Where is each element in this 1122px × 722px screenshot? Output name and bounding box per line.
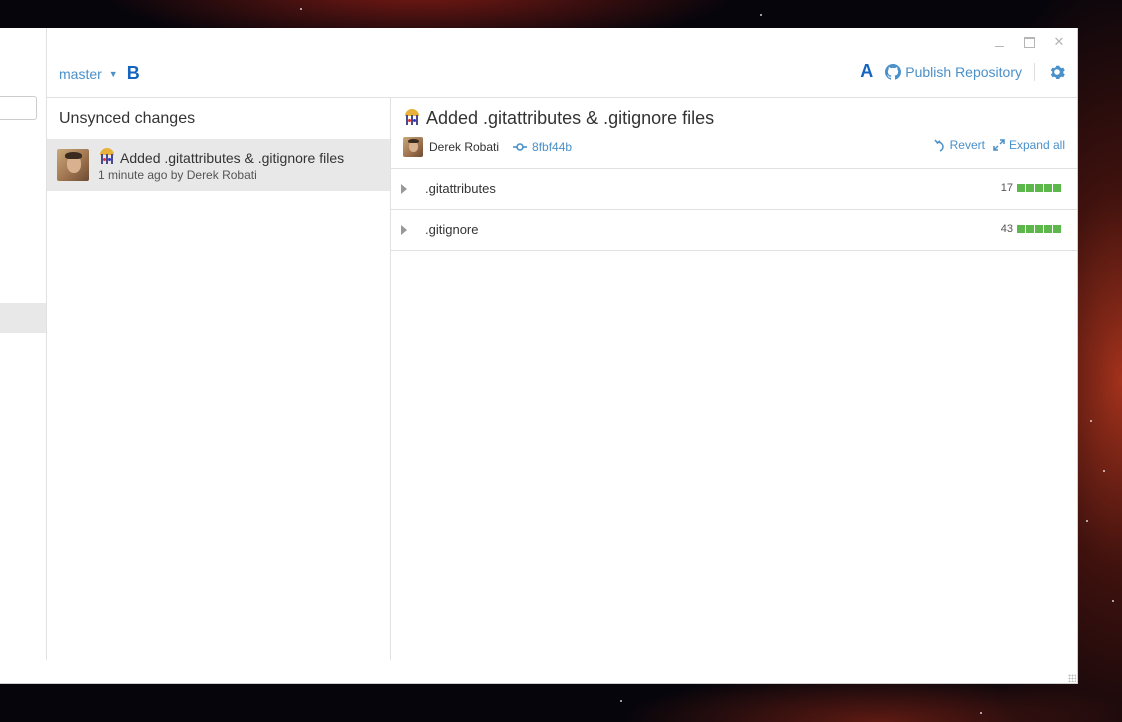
- expand-all-button[interactable]: Expand all: [993, 138, 1065, 152]
- diff-block-added: [1053, 184, 1061, 192]
- repository-filter-input[interactable]: [0, 96, 37, 120]
- diff-block-added: [1035, 225, 1043, 233]
- annotation-letter-b: B: [126, 63, 140, 83]
- branch-name: master: [59, 65, 102, 82]
- commit-subtitle: 1 minute ago by Derek Robati: [98, 168, 257, 182]
- app-window: ✕ master ▼ B A Publish Repository Unsync…: [0, 28, 1078, 684]
- diff-block-added: [1053, 225, 1061, 233]
- commit-meta: Derek Robati 8fbf44b: [403, 137, 572, 157]
- detail-title: Added .gitattributes & .gitignore files: [403, 108, 714, 129]
- commit-title-text: Added .gitattributes & .gitignore files: [120, 150, 345, 166]
- expand-all-label: Expand all: [1008, 138, 1065, 152]
- fireworks-emoji-icon: [98, 148, 116, 166]
- minimize-icon: [994, 45, 1004, 47]
- github-icon: [885, 63, 902, 80]
- publish-repository-button[interactable]: Publish Repository: [885, 63, 1022, 80]
- changes-panel: Unsynced changes Added .gitattributes & …: [47, 98, 391, 660]
- commit-title: Added .gitattributes & .gitignore files: [98, 148, 344, 166]
- diff-block-added: [1035, 184, 1043, 192]
- avatar: [57, 149, 89, 181]
- commit-detail-panel: Added .gitattributes & .gitignore files …: [391, 98, 1077, 660]
- file-name: .gitignore: [425, 222, 479, 237]
- expand-arrow-icon[interactable]: [401, 184, 407, 194]
- revert-button[interactable]: Revert: [934, 138, 985, 152]
- diff-block-added: [1044, 184, 1052, 192]
- toolbar-actions: A Publish Repository: [860, 61, 1065, 82]
- commit-icon: [513, 143, 528, 151]
- author-avatar: [403, 137, 423, 157]
- top-toolbar: master ▼ B A Publish Repository: [47, 48, 1077, 98]
- file-list: .gitattributes 17 .gitignore 43: [391, 168, 1077, 251]
- commit-sha: 8fbf44b: [532, 140, 573, 154]
- file-row-gitattributes[interactable]: .gitattributes 17: [391, 169, 1077, 210]
- additions-count: 17: [1000, 182, 1013, 194]
- toolbar-divider: [1034, 62, 1035, 81]
- gear-icon[interactable]: [1049, 64, 1065, 80]
- annotation-letter-a: A: [860, 61, 874, 81]
- repository-sidebar: [0, 28, 47, 660]
- diff-stat: 43: [1001, 223, 1061, 235]
- diff-block-added: [1017, 225, 1025, 233]
- fireworks-emoji-icon: [403, 109, 421, 127]
- maximize-icon: [1023, 36, 1035, 48]
- diff-block-added: [1026, 184, 1034, 192]
- selected-repository-item[interactable]: [0, 303, 46, 333]
- chevron-down-icon: ▼: [108, 68, 118, 79]
- diff-block-added: [1044, 225, 1052, 233]
- file-row-gitignore[interactable]: .gitignore 43: [391, 210, 1077, 251]
- revert-icon: [934, 139, 944, 152]
- revert-label: Revert: [949, 138, 985, 152]
- author-name: Derek Robati: [429, 140, 500, 154]
- diff-block-added: [1026, 225, 1034, 233]
- publish-label: Publish Repository: [905, 63, 1022, 80]
- resize-grip[interactable]: [1068, 674, 1076, 682]
- commit-sha-link[interactable]: 8fbf44b: [513, 140, 572, 154]
- diff-stat: 17: [1001, 182, 1061, 194]
- additions-count: 43: [1000, 223, 1013, 235]
- commit-actions: Revert Expand all: [926, 138, 1065, 152]
- expand-icon: [993, 139, 1005, 151]
- detail-title-text: Added .gitattributes & .gitignore files: [426, 108, 715, 128]
- file-name: .gitattributes: [425, 181, 496, 196]
- expand-arrow-icon[interactable]: [401, 225, 407, 235]
- branch-selector[interactable]: master ▼ B: [59, 63, 140, 84]
- commit-list-item[interactable]: Added .gitattributes & .gitignore files …: [47, 139, 390, 191]
- changes-title: Unsynced changes: [59, 110, 196, 127]
- diff-block-added: [1017, 184, 1025, 192]
